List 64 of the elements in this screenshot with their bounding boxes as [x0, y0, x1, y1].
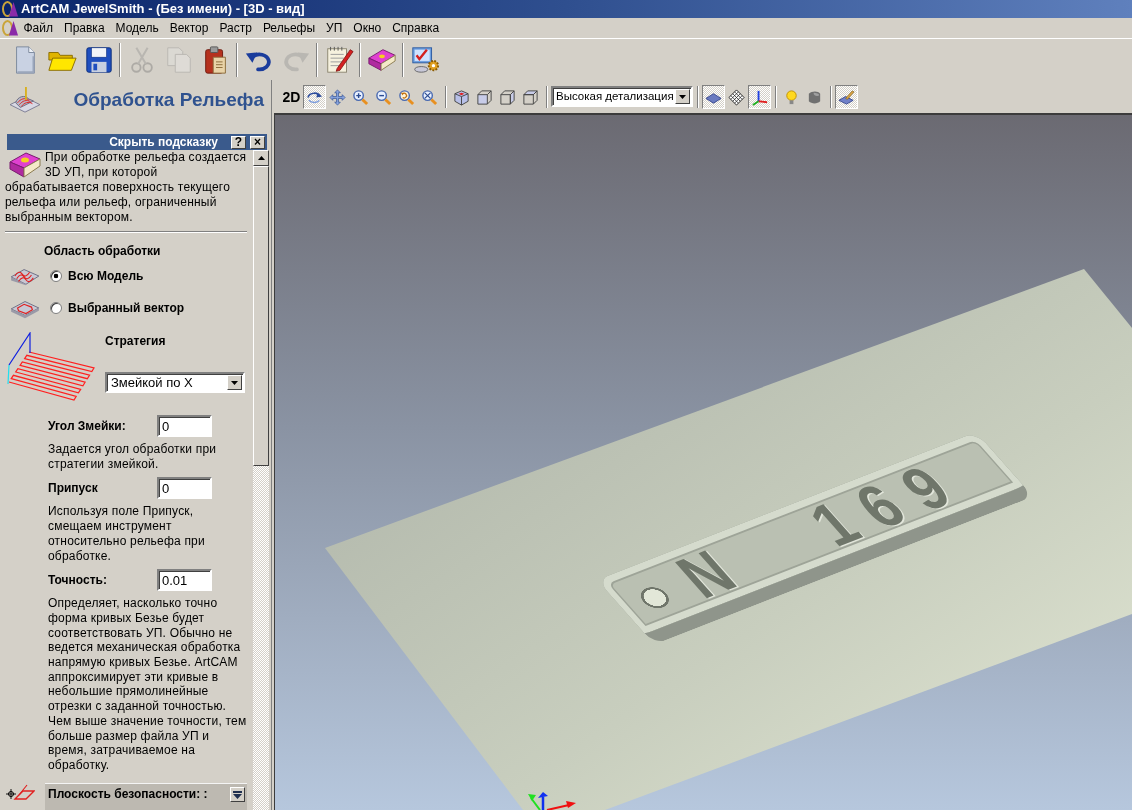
four-way-arrow-icon: [329, 88, 346, 106]
plane-toggle-button[interactable]: [702, 85, 725, 109]
window-title: ArtCAM JewelSmith - (Без имени) - [3D - вид]: [21, 1, 305, 17]
strategy-dropdown[interactable]: Змейкой по X: [105, 372, 245, 393]
menu-item[interactable]: УП: [320, 19, 348, 37]
axes-toggle-button[interactable]: [748, 85, 771, 109]
strategy-label: Стратегия: [105, 334, 167, 349]
hint-close-button[interactable]: ×: [250, 135, 265, 149]
menu-item[interactable]: Справка: [386, 19, 445, 37]
field-label: Припуск: [48, 480, 99, 496]
text-input[interactable]: 0: [157, 415, 212, 437]
text-input[interactable]: 0: [157, 477, 212, 500]
hint-help-button[interactable]: ?: [231, 135, 246, 149]
radio-button[interactable]: [50, 270, 62, 282]
grid-icon: [728, 88, 745, 106]
magnifier-circular-arrow-icon: [398, 88, 415, 106]
text-input[interactable]: 0.01: [157, 569, 212, 592]
magnifier-arrows-icon: [421, 88, 438, 106]
option-label[interactable]: Всю Модель: [68, 268, 144, 284]
axis-triad-icon: [528, 792, 576, 810]
hint-text: обрабатывается поверхность текущего рельефа или рельеф, ограниченный выбранным вектором.: [5, 180, 232, 225]
menu-item[interactable]: Правка: [58, 19, 111, 37]
menu-item[interactable]: Вектор: [164, 19, 214, 37]
field-label: Точность:: [48, 572, 108, 588]
app-logo-icon: [2, 1, 18, 17]
section-title: Плоскость безопасности: :: [48, 787, 208, 802]
menu-item[interactable]: Модель: [110, 19, 165, 37]
field-label: Угол Змейки:: [48, 418, 127, 434]
field-help-text: Задается угол обработки при стратегии змейкой.: [47, 442, 218, 472]
app-logo-icon: [2, 20, 18, 36]
section-label: Область обработки: [43, 244, 162, 259]
axes-icon: [751, 88, 768, 106]
option-label[interactable]: Выбранный вектор: [68, 300, 185, 316]
zoom-in-icon: [352, 88, 369, 106]
brush-icon: [838, 88, 855, 106]
wire-cube-icon: [499, 88, 516, 106]
menu-item[interactable]: Растр: [213, 19, 258, 37]
up-arrow-icon: [257, 156, 265, 160]
field-help-text: Определяет, насколько точно форма кривых Безье будет соответствовать УП. Обычно не ведется механическая обработка напрямую кривых Безье. ArtCAM аппроксимирует эти кривые в небольшие прямолинейные отрезки с заданной точностью. Чем выше значение точности, тем больше размер файла УП и время, затрачиваемое на обработку.: [47, 596, 247, 773]
monitor-check-gear-icon: [409, 44, 440, 75]
menu-item[interactable]: Окно: [347, 19, 387, 37]
safe-plane-icon: [5, 783, 35, 801]
paint-button[interactable]: [835, 85, 858, 109]
menu-item[interactable]: Рельефы: [257, 19, 321, 37]
wire-cube-icon: [476, 88, 493, 106]
rotate-button[interactable]: [303, 85, 326, 109]
scroll-up-button[interactable]: [253, 150, 269, 166]
menu-item[interactable]: Файл: [18, 19, 59, 37]
panel-title: Обработка Рельефа: [73, 88, 264, 112]
hint-text: При обработке рельефа создается 3D УП, при которой: [45, 150, 247, 180]
detail-level-dropdown[interactable]: Высокая детализация: [551, 86, 693, 107]
zoom-out-icon: [375, 88, 392, 106]
relief-machining-icon: [8, 86, 42, 114]
field-help-text: Используя поле Припуск, смещаем инструмент относительно рельефа при обработке.: [47, 504, 206, 564]
wire-cube-icon: [522, 88, 539, 106]
cube-icon: [453, 88, 470, 106]
radio-button[interactable]: [50, 302, 62, 314]
book-icon: [8, 151, 42, 179]
view-2d-button[interactable]: 2D: [280, 85, 303, 109]
caret-down-icon: [233, 790, 242, 799]
hide-hint-button[interactable]: Скрыть подсказку: [109, 135, 218, 149]
light-bulb-icon: [783, 88, 800, 106]
expand-button[interactable]: [230, 787, 245, 802]
scrollbar-thumb[interactable]: [253, 166, 269, 466]
